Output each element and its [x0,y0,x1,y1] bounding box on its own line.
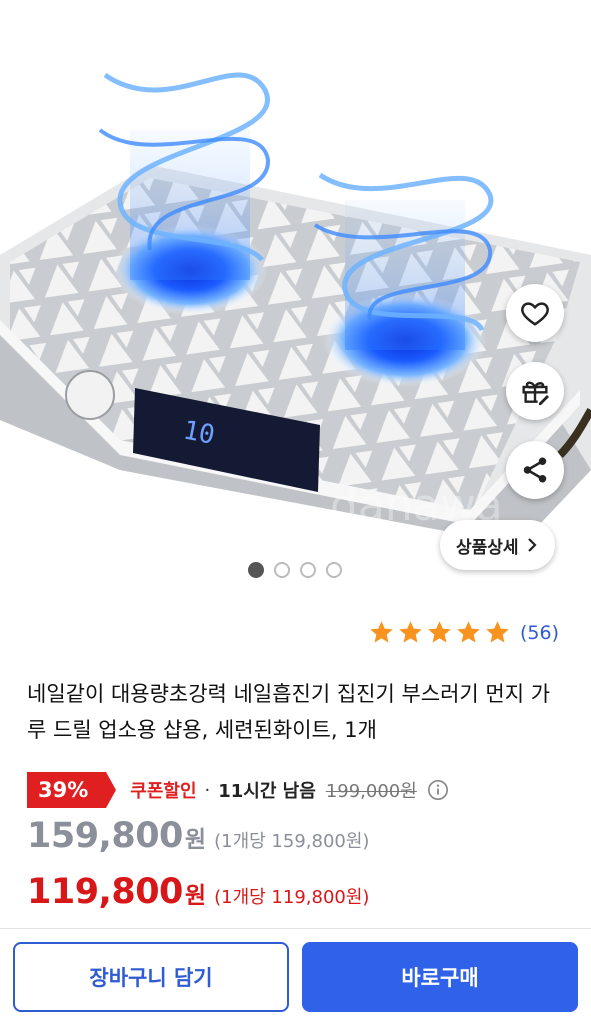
review-count[interactable]: (56) [520,622,559,644]
star-icon [428,621,451,643]
carousel-dot[interactable] [248,562,264,578]
gift-button[interactable] [506,362,564,420]
wishlist-button[interactable] [506,284,564,342]
carousel-indicator [248,562,342,578]
product-detail-button[interactable]: 상품상세 [440,520,555,570]
share-button[interactable] [506,441,564,499]
carousel-dot[interactable] [326,562,342,578]
product-detail-label: 상품상세 [456,537,519,558]
product-image[interactable]: 10 danawa 상품상세 [0,0,591,600]
carousel-dot[interactable] [300,562,316,578]
gift-icon [522,381,549,405]
share-icon [523,457,547,483]
info-icon[interactable] [427,779,449,801]
chevron-right-icon [527,538,537,552]
time-left: 11시간 남음 [218,781,316,802]
sale-unit-price: (1개당 159,800원) [214,831,370,852]
discount-badge: 39% [27,772,117,808]
bottom-action-bar: 장바구니 담기 바로구매 [0,928,591,1024]
product-title: 네일같이 대용량초강력 네일흡진기 집진기 부스러기 먼지 가루 드릴 업소용 … [27,682,551,742]
rating-summary[interactable]: (56) [368,619,559,646]
coupon-label: 쿠폰할인 [130,781,197,802]
nail-dust-collector-illustration: 10 danawa [0,72,591,545]
add-to-cart-button[interactable]: 장바구니 담기 [13,942,289,1012]
star-icon [399,621,422,643]
coupon-unit-price: (1개당 119,800원) [214,887,370,908]
buy-now-button[interactable]: 바로구매 [302,942,578,1012]
coupon-price-currency: 원 [184,883,207,909]
product-page: 10 danawa 상품상세 (56) 네일같이 대용량초강력 네일흡진기 집진… [0,0,591,1024]
original-price: 199,000원 [325,781,417,802]
star-icon [486,621,509,643]
coupon-price-amount: 119,800 [27,872,183,912]
heart-icon [521,302,549,326]
star-icon [370,621,393,643]
display-readout: 10 [181,415,217,450]
coupon-price: 119,800 원 (1개당 119,800원) [27,872,369,912]
separator: · [204,779,211,801]
sale-price-currency: 원 [184,827,207,853]
carousel-dot[interactable] [274,562,290,578]
sale-price-amount: 159,800 [27,816,183,856]
sale-price: 159,800 원 (1개당 159,800원) [27,816,369,856]
coupon-row: 39% 쿠폰할인 · 11시간 남음 199,000원 [27,772,449,808]
star-icon [457,621,480,643]
